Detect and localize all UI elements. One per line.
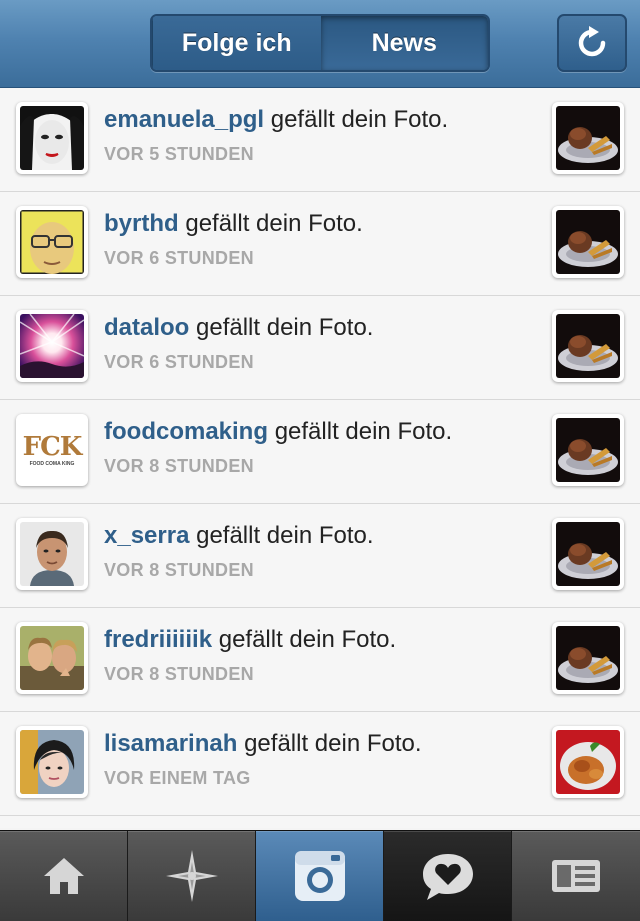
username-link[interactable]: x_serra bbox=[104, 522, 189, 549]
list-item[interactable]: x_serra gefällt dein Foto. VOR 8 STUNDEN bbox=[0, 504, 640, 608]
user-avatar[interactable] bbox=[16, 102, 88, 174]
list-item[interactable]: fredriiiiiik gefällt dein Foto. VOR 8 ST… bbox=[0, 608, 640, 712]
fck-logo-subtext: FOOD COMA KING bbox=[29, 460, 75, 467]
explore-star-icon bbox=[165, 850, 218, 902]
tab-news[interactable] bbox=[384, 831, 512, 921]
list-item[interactable] bbox=[0, 816, 640, 828]
home-icon bbox=[43, 858, 84, 894]
action-text: gefällt dein Foto. bbox=[274, 418, 453, 445]
timestamp: VOR 8 STUNDEN bbox=[104, 456, 254, 476]
timestamp: VOR 6 STUNDEN bbox=[104, 352, 254, 372]
action-text: gefällt dein Foto. bbox=[270, 106, 449, 133]
liked-photo-thumbnail[interactable] bbox=[552, 206, 624, 278]
action-text: gefällt dein Foto. bbox=[244, 730, 422, 757]
bottom-tab-bar bbox=[0, 830, 640, 921]
list-item[interactable]: FCK FOOD COMA KING foodcomaking gefällt … bbox=[0, 400, 640, 504]
top-navigation-bar: Folge ich News bbox=[0, 0, 640, 88]
user-avatar[interactable] bbox=[16, 726, 88, 798]
segmented-control: Folge ich News bbox=[150, 14, 490, 72]
list-item[interactable]: byrthd gefällt dein Foto. VOR 6 STUNDEN bbox=[0, 192, 640, 296]
tab-home[interactable] bbox=[0, 831, 128, 921]
fck-logo-text: FCK bbox=[22, 431, 83, 462]
segment-news[interactable]: News bbox=[320, 16, 488, 70]
user-avatar[interactable] bbox=[16, 518, 88, 590]
tab-explore[interactable] bbox=[128, 831, 256, 921]
refresh-icon bbox=[578, 26, 606, 57]
username-link[interactable]: fredriiiiiik bbox=[104, 626, 212, 653]
action-text: gefällt dein Foto. bbox=[196, 314, 374, 341]
username-link[interactable]: byrthd bbox=[104, 210, 179, 237]
news-feed-list: emanuela_pgl gefällt dein Foto. VOR 5 ST… bbox=[0, 88, 640, 828]
list-item[interactable]: emanuela_pgl gefällt dein Foto. VOR 5 ST… bbox=[0, 88, 640, 192]
username-link[interactable]: foodcomaking bbox=[104, 418, 268, 445]
timestamp: VOR 8 STUNDEN bbox=[104, 560, 254, 580]
action-text: gefällt dein Foto. bbox=[185, 210, 363, 237]
user-avatar[interactable] bbox=[16, 206, 88, 278]
liked-photo-thumbnail[interactable] bbox=[552, 726, 624, 798]
list-item[interactable]: lisamarinah gefällt dein Foto. VOR EINEM… bbox=[0, 712, 640, 816]
news-heart-bubble-icon bbox=[422, 854, 473, 900]
tab-profile[interactable] bbox=[512, 831, 640, 921]
username-link[interactable]: emanuela_pgl bbox=[104, 106, 264, 133]
liked-photo-thumbnail[interactable] bbox=[552, 310, 624, 382]
action-text: gefällt dein Foto. bbox=[196, 522, 374, 549]
profile-card-icon bbox=[552, 860, 600, 892]
action-text: gefällt dein Foto. bbox=[218, 626, 397, 653]
camera-icon bbox=[294, 851, 345, 901]
liked-photo-thumbnail[interactable] bbox=[552, 102, 624, 174]
tab-camera[interactable] bbox=[256, 831, 384, 921]
timestamp: VOR 6 STUNDEN bbox=[104, 248, 254, 268]
username-link[interactable]: dataloo bbox=[104, 314, 189, 341]
user-avatar[interactable]: FCK FOOD COMA KING bbox=[16, 414, 88, 486]
timestamp: VOR 8 STUNDEN bbox=[104, 664, 254, 684]
list-item[interactable]: dataloo gefällt dein Foto. VOR 6 STUNDEN bbox=[0, 296, 640, 400]
refresh-button[interactable] bbox=[557, 14, 627, 72]
liked-photo-thumbnail[interactable] bbox=[552, 518, 624, 590]
user-avatar[interactable] bbox=[16, 622, 88, 694]
liked-photo-thumbnail[interactable] bbox=[552, 622, 624, 694]
liked-photo-thumbnail[interactable] bbox=[552, 414, 624, 486]
username-link[interactable]: lisamarinah bbox=[104, 730, 237, 757]
timestamp: VOR 5 STUNDEN bbox=[104, 144, 254, 164]
segment-following[interactable]: Folge ich bbox=[152, 16, 321, 70]
timestamp: VOR EINEM TAG bbox=[104, 768, 251, 788]
user-avatar[interactable] bbox=[16, 310, 88, 382]
